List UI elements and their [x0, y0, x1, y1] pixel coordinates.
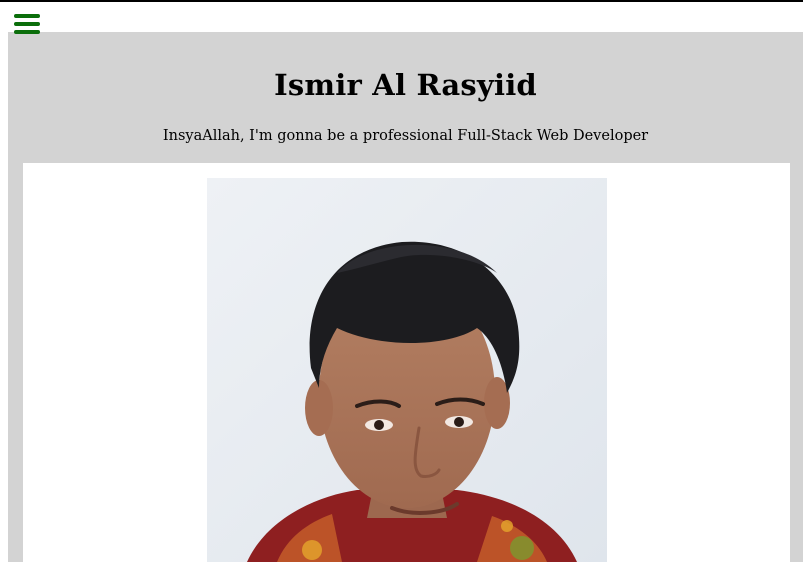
profile-photo: [207, 178, 607, 562]
page: Ismir Al Rasyiid InsyaAllah, I'm gonna b…: [0, 0, 803, 562]
site-tagline: InsyaAllah, I'm gonna be a professional …: [162, 128, 649, 144]
hamburger-menu-button[interactable]: [14, 14, 40, 36]
menu-bar: [14, 22, 40, 26]
top-border: [0, 0, 803, 2]
main-content: [23, 163, 790, 562]
site-title: Ismir Al Rasyiid: [274, 68, 537, 102]
menu-bar: [14, 14, 40, 18]
menu-bar: [14, 30, 40, 34]
profile-photo-illustration: [207, 178, 607, 562]
